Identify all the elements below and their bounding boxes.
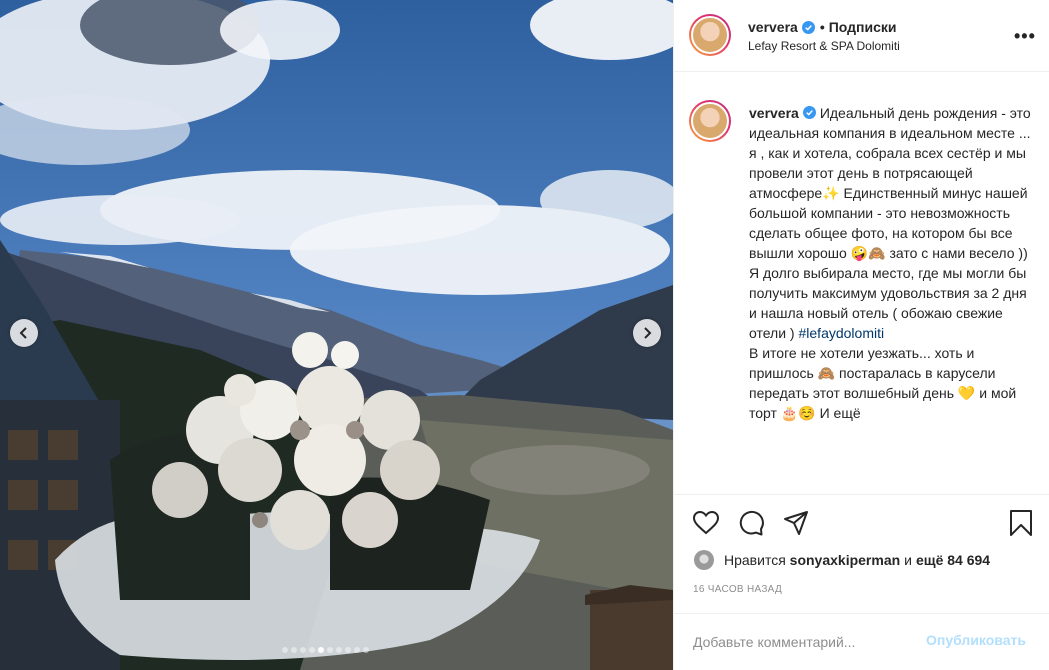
post-side-panel: ververa • Подписки Lefay Resort & SPA Do…	[673, 0, 1049, 670]
caption-text: Идеальный день рождения - это идеальная …	[749, 105, 1031, 341]
carousel-dot	[327, 647, 333, 653]
separator-bullet: •	[819, 19, 825, 35]
heart-icon[interactable]	[692, 509, 720, 537]
chevron-left-icon	[19, 327, 27, 339]
carousel-dot	[291, 647, 297, 653]
carousel-dot	[354, 647, 360, 653]
likes-count-button[interactable]: ещё 84 694	[916, 552, 990, 568]
likes-prefix: Нравится	[724, 552, 786, 568]
carousel-dot	[309, 647, 315, 653]
verified-badge-icon	[802, 106, 816, 119]
action-bar	[674, 494, 1049, 550]
carousel-dot	[363, 647, 369, 653]
likes-conjunction: и	[904, 552, 912, 568]
liker-username[interactable]: sonyaxkiperman	[790, 552, 901, 568]
chevron-right-icon	[644, 327, 652, 339]
likes-summary: Нравится sonyaxkiperman и ещё 84 694	[674, 548, 1049, 572]
add-comment-section: Опубликовать	[674, 613, 1049, 670]
carousel-indicator	[282, 647, 369, 653]
carousel-dot	[318, 647, 324, 653]
hashtag-link[interactable]: #lefaydolomiti	[799, 325, 885, 341]
comments-area[interactable]: ververa Идеальный день рождения - это иде…	[674, 73, 1049, 494]
bookmark-icon[interactable]	[1007, 509, 1035, 537]
carousel-dot	[282, 647, 288, 653]
post-caption: ververa Идеальный день рождения - это иде…	[749, 103, 1034, 423]
verified-badge-icon	[801, 20, 815, 34]
post-timestamp[interactable]: 16 ЧАСОВ НАЗАД	[693, 584, 782, 595]
author-avatar[interactable]	[689, 14, 731, 56]
carousel-prev-button[interactable]	[10, 319, 38, 347]
caption-username[interactable]: ververa	[749, 105, 799, 121]
carousel-dot	[345, 647, 351, 653]
comment-icon[interactable]	[737, 509, 765, 537]
caption-text-continued: В итоге не хотели уезжать... хоть и приш…	[749, 345, 1017, 421]
post-header: ververa • Подписки Lefay Resort & SPA Do…	[674, 0, 1049, 72]
following-button[interactable]: Подписки	[829, 19, 897, 35]
liker-avatar[interactable]	[694, 550, 714, 570]
post-location[interactable]: Lefay Resort & SPA Dolomiti	[748, 39, 900, 53]
caption-author-avatar[interactable]	[689, 100, 731, 142]
carousel-next-button[interactable]	[633, 319, 661, 347]
publish-button[interactable]: Опубликовать	[926, 632, 1026, 648]
carousel-dot	[336, 647, 342, 653]
share-icon[interactable]	[782, 509, 810, 537]
photo-mountain-bouquet	[0, 0, 673, 670]
carousel-dot	[300, 647, 306, 653]
author-username[interactable]: ververa	[748, 19, 798, 35]
post-media[interactable]	[0, 0, 673, 670]
comment-input[interactable]	[693, 631, 923, 653]
more-options-button[interactable]: •••	[1014, 26, 1036, 47]
